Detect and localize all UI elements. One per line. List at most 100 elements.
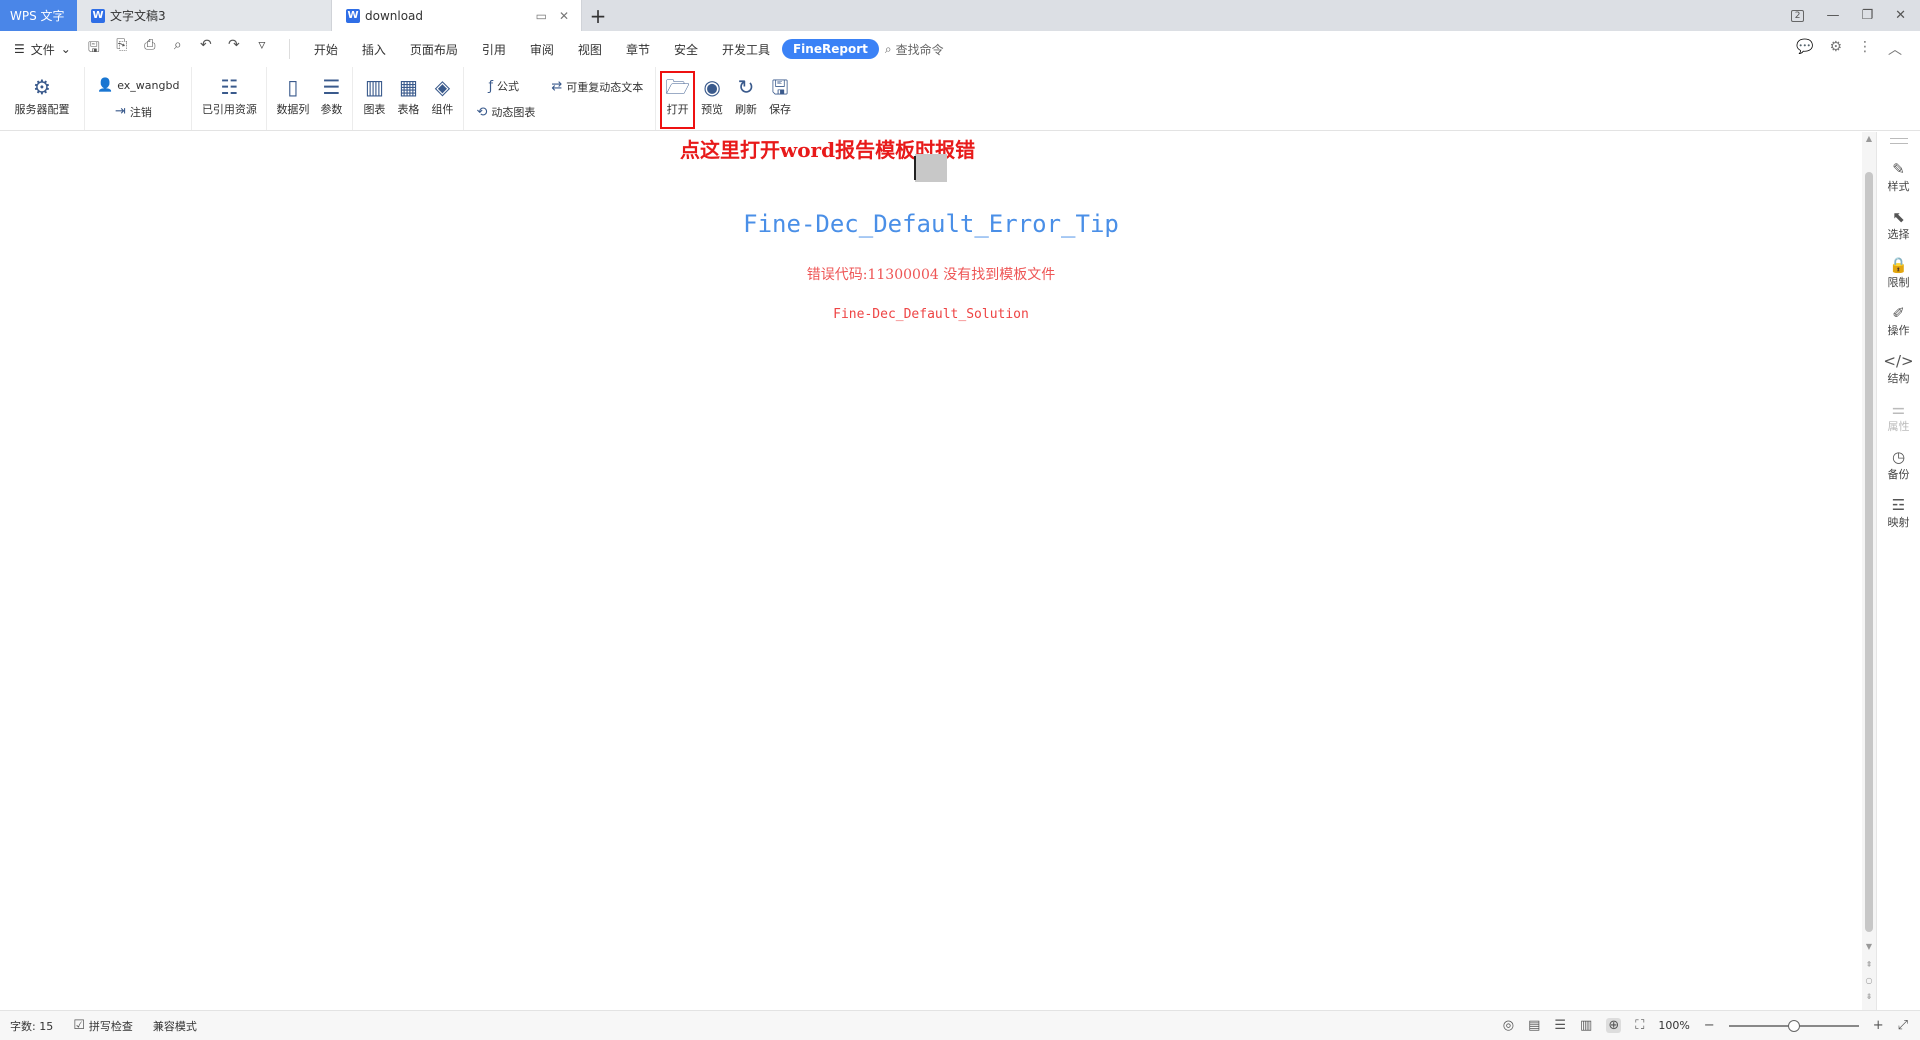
zoom-slider[interactable] <box>1728 1019 1859 1032</box>
zoom-in-icon[interactable]: + <box>1873 1018 1884 1033</box>
new-tab-button[interactable]: + <box>582 0 614 31</box>
prev-page-icon[interactable]: ⇞ <box>1862 960 1876 969</box>
side-restrict[interactable]: 🔒 限制 <box>1888 256 1910 290</box>
logout-label: 注销 <box>129 105 152 119</box>
gear-icon[interactable]: ⚙ <box>1829 39 1842 59</box>
side-select[interactable]: ⬉ 选择 <box>1888 208 1910 242</box>
open-button[interactable]: 🗁 打开 <box>660 71 696 129</box>
export-pdf-icon[interactable]: ⎘ <box>113 37 131 61</box>
logout-button[interactable]: ⇥ 注销 <box>97 104 179 120</box>
vertical-scrollbar[interactable]: ▲ ▼ ⇞ ○ ⇟ <box>1862 132 1876 1010</box>
close-tab-icon[interactable]: ✕ <box>559 9 569 23</box>
redo-icon[interactable]: ↷ <box>225 37 243 61</box>
repeatable-text-button[interactable]: ⇄ 可重复动态文本 <box>551 79 643 95</box>
side-mapping[interactable]: ☲ 映射 <box>1888 496 1910 530</box>
browse-object-icon[interactable]: ○ <box>1862 976 1876 985</box>
component-button[interactable]: ◈ 组件 <box>425 71 459 117</box>
reading-view-icon[interactable]: ▥ <box>1580 1018 1592 1033</box>
refresh-button[interactable]: ↻ 刷新 <box>729 71 763 117</box>
side-style-label: 样式 <box>1887 180 1910 193</box>
word-count[interactable]: 字数: 15 <box>10 1018 53 1034</box>
menu-section[interactable]: 章节 <box>614 41 662 58</box>
word-count-label: 字数: 15 <box>10 1019 54 1033</box>
ribbon-group-insert: ▥ 图表 ▦ 表格 ◈ 组件 <box>353 67 465 130</box>
menu-start[interactable]: 开始 <box>302 41 350 58</box>
page-view-icon[interactable]: ▤ <box>1528 1018 1540 1033</box>
data-column-button[interactable]: ▯ 数据列 <box>271 71 314 117</box>
dynamic-chart-button[interactable]: ⟲ 动态图表 <box>476 104 535 120</box>
menu-insert[interactable]: 插入 <box>350 41 398 58</box>
document-canvas[interactable]: 点这里打开word报告模板时报错 Fine-Dec_Default_Error_… <box>0 132 1862 1010</box>
menu-view[interactable]: 视图 <box>566 41 614 58</box>
eye-protection-icon[interactable]: ◎ <box>1503 1018 1514 1033</box>
open-label: 打开 <box>666 103 689 116</box>
web-view-icon[interactable]: ⊕ <box>1606 1018 1622 1033</box>
zoom-slider-knob[interactable] <box>1787 1019 1800 1032</box>
plus-icon: + <box>589 3 607 28</box>
parameter-button[interactable]: ☰ 参数 <box>314 71 348 117</box>
data-column-icon: ▯ <box>287 75 299 99</box>
side-style[interactable]: ✎ 样式 <box>1888 160 1910 194</box>
more-icon[interactable]: ⋮ <box>1858 39 1872 59</box>
table-button[interactable]: ▦ 表格 <box>391 71 425 117</box>
scroll-up-icon[interactable]: ▲ <box>1862 134 1876 143</box>
dynamic-chart-icon: ⟲ <box>476 104 488 120</box>
user-icon: 👤 <box>97 78 114 94</box>
preview-button[interactable]: ◉ 预览 <box>695 71 729 117</box>
menu-page-layout[interactable]: 页面布局 <box>398 41 470 58</box>
print-preview-icon[interactable]: ⌕ <box>169 37 187 61</box>
scrollbar-thumb[interactable] <box>1865 172 1873 932</box>
print-icon[interactable]: ⎙ <box>141 37 159 61</box>
side-structure[interactable]: </> 结构 <box>1883 352 1913 386</box>
close-window-icon[interactable]: ✕ <box>1895 8 1906 23</box>
menu-developer[interactable]: 开发工具 <box>710 41 782 58</box>
referenced-resources-button[interactable]: ☷ 已引用资源 <box>196 71 262 117</box>
mapping-icon: ☲ <box>1891 496 1906 514</box>
parameter-icon: ☰ <box>322 75 341 99</box>
side-properties-label: 属性 <box>1887 420 1910 433</box>
file-menu-button[interactable]: ☰ 文件 ⌄ <box>14 41 71 58</box>
preview-label: 预览 <box>701 103 724 116</box>
restore-icon[interactable]: ❐ <box>1861 8 1873 23</box>
zoom-value[interactable]: 100% <box>1658 1019 1689 1032</box>
user-name-label: ex_wangbd <box>117 79 180 93</box>
side-properties[interactable]: ⚌ 属性 <box>1888 400 1910 434</box>
scroll-down-icon[interactable]: ▼ <box>1862 942 1876 951</box>
spell-check[interactable]: ☑ 拼写检查 <box>73 1018 133 1034</box>
fit-page-icon[interactable]: ⛶ <box>1635 1018 1644 1033</box>
side-operation[interactable]: ✐ 操作 <box>1888 304 1910 338</box>
server-config-button[interactable]: ⚙ 服务器配置 <box>4 71 80 117</box>
collapse-ribbon-icon[interactable]: ︿ <box>1888 39 1902 59</box>
doc-tab-1[interactable]: W 文字文稿3 <box>77 0 332 31</box>
outline-view-icon[interactable]: ☰ <box>1554 1018 1566 1033</box>
search-command[interactable]: ⌕ 查找命令 <box>885 41 944 58</box>
logout-icon: ⇥ <box>115 104 126 120</box>
minimize-icon[interactable]: — <box>1826 8 1839 23</box>
menu-security[interactable]: 安全 <box>662 41 710 58</box>
chart-button[interactable]: ▥ 图表 <box>357 71 391 117</box>
side-operation-label: 操作 <box>1887 324 1910 337</box>
comment-icon[interactable]: 💬 <box>1796 39 1813 59</box>
search-command-label: 查找命令 <box>895 42 944 57</box>
menu-finereport[interactable]: FineReport <box>781 39 879 59</box>
ribbon-group-server: ⚙ 服务器配置 <box>0 67 85 130</box>
menu-references[interactable]: 引用 <box>470 41 518 58</box>
window-count-badge[interactable]: 2 <box>1790 9 1805 22</box>
zoom-out-icon[interactable]: − <box>1704 1018 1715 1033</box>
next-page-icon[interactable]: ⇟ <box>1862 992 1876 1001</box>
edit-box-icon: ✐ <box>1892 304 1905 322</box>
formula-button[interactable]: ƒ 公式 <box>476 78 535 94</box>
app-tab-wps[interactable]: WPS 文字 <box>0 0 77 31</box>
text-selection <box>915 154 947 182</box>
save-button[interactable]: 🖫 保存 <box>763 71 797 117</box>
side-backup[interactable]: ◷ 备份 <box>1888 448 1910 482</box>
dynamic-chart-label: 动态图表 <box>491 106 536 119</box>
fullscreen-icon[interactable]: ⤢ <box>1898 1018 1908 1033</box>
doc-tab-2[interactable]: W download ▭ ✕ <box>332 0 582 31</box>
panel-handle[interactable] <box>1889 138 1908 144</box>
menu-review[interactable]: 审阅 <box>518 41 566 58</box>
customize-icon[interactable]: ▿ <box>253 37 271 61</box>
save-icon[interactable]: 🖫 <box>85 37 103 61</box>
undo-icon[interactable]: ↶ <box>197 37 215 61</box>
pin-icon[interactable]: ▭ <box>536 9 547 23</box>
